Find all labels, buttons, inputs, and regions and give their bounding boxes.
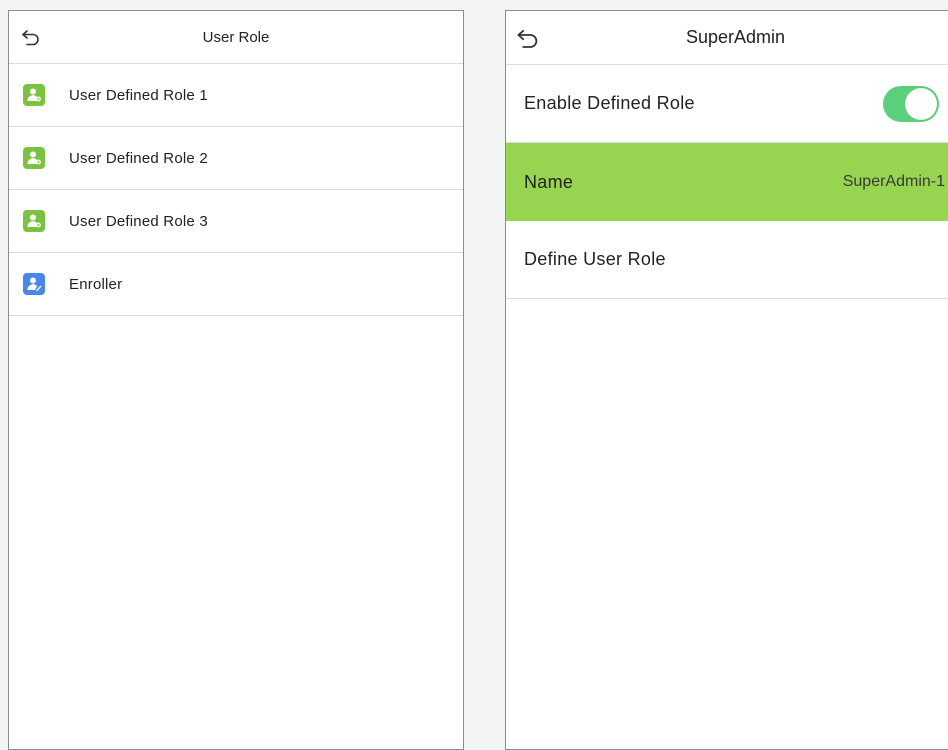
name-value: SuperAdmin-1 bbox=[842, 173, 945, 190]
list-item-user-defined-role-3[interactable]: User Defined Role 3 bbox=[9, 190, 463, 253]
toggle-knob bbox=[905, 87, 937, 120]
enroller-icon bbox=[23, 273, 45, 295]
user-role-icon bbox=[23, 210, 45, 232]
user-role-screen: User Role User Defined Role 1 User Defin… bbox=[8, 10, 464, 750]
role-label: Enroller bbox=[69, 275, 123, 293]
role-label: User Defined Role 1 bbox=[69, 86, 208, 104]
list-item-user-defined-role-2[interactable]: User Defined Role 2 bbox=[9, 127, 463, 190]
role-label: User Defined Role 2 bbox=[69, 149, 208, 167]
user-role-icon bbox=[23, 84, 45, 106]
enable-defined-role-label: Enable Defined Role bbox=[524, 93, 695, 113]
enable-defined-role-row[interactable]: Enable Defined Role bbox=[506, 65, 948, 143]
define-user-role-label: Define User Role bbox=[524, 249, 666, 269]
user-role-icon bbox=[23, 147, 45, 169]
page-title: SuperAdmin bbox=[685, 27, 786, 47]
define-user-role-row[interactable]: Define User Role bbox=[506, 221, 948, 299]
name-label: Name bbox=[524, 171, 574, 192]
list-item-user-defined-role-1[interactable]: User Defined Role 1 bbox=[9, 64, 463, 127]
name-row[interactable]: Name SuperAdmin-1 bbox=[506, 143, 948, 221]
role-label: User Defined Role 3 bbox=[69, 212, 208, 230]
page-title: User Role bbox=[202, 28, 270, 46]
header: User Role bbox=[9, 11, 463, 64]
enable-defined-role-toggle[interactable] bbox=[883, 85, 939, 122]
list-item-enroller[interactable]: Enroller bbox=[9, 253, 463, 316]
role-list: User Defined Role 1 User Defined Role 2 bbox=[9, 64, 463, 316]
header: SuperAdmin bbox=[506, 11, 948, 65]
superadmin-screen: SuperAdmin Enable Defined Role Name Supe… bbox=[505, 10, 948, 750]
